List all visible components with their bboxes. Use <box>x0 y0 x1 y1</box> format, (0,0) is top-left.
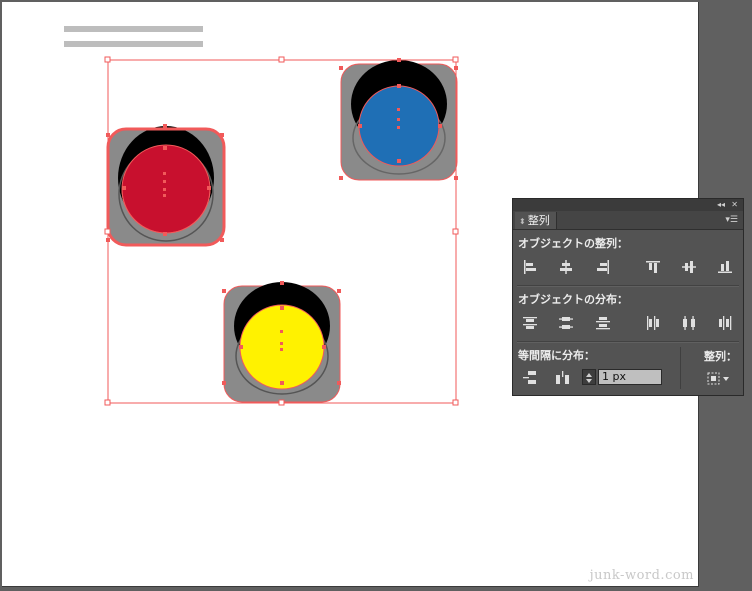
panel-titlebar[interactable]: ◂◂ ✕ <box>513 199 743 211</box>
horizontal-align-left-icon[interactable] <box>523 260 537 274</box>
close-icon[interactable]: ✕ <box>731 199 738 211</box>
vertical-distribute-top-icon[interactable] <box>523 316 537 330</box>
horizontal-distribute-right-icon[interactable] <box>718 316 732 330</box>
horizontal-distribute-left-icon[interactable] <box>646 316 660 330</box>
yellow-lamp <box>239 304 325 390</box>
tab-label: 整列 <box>527 214 550 227</box>
horizontal-align-right-icon[interactable] <box>596 260 610 274</box>
align-objects-title: オブジェクトの整列： <box>518 237 628 250</box>
vertical-distribute-space-icon[interactable] <box>523 371 537 385</box>
horizontal-align-center-icon[interactable] <box>559 260 573 274</box>
panel-tabbar: ⬍ 整列 ▾☰ <box>513 211 743 230</box>
align-panel[interactable]: ◂◂ ✕ ⬍ 整列 ▾☰ オブジェクトの整列： オブジェクトの分布： 等間隔に分布… <box>512 198 744 396</box>
double-chevron-icon[interactable]: ◂◂ <box>717 199 725 211</box>
vertical-align-top-icon[interactable] <box>646 260 660 274</box>
tab-align[interactable]: ⬍ 整列 <box>515 212 557 229</box>
watermark-text: junk-word.com <box>589 568 694 583</box>
horizontal-distribute-center-icon[interactable] <box>682 316 696 330</box>
panel-menu-icon[interactable]: ▾☰ <box>725 213 738 227</box>
divider <box>517 285 739 287</box>
distribute-spacing-title: 等間隔に分布： <box>518 349 595 362</box>
divider <box>517 341 739 343</box>
vertical-distribute-center-icon[interactable] <box>559 316 573 330</box>
align-to-label: 整列： <box>704 350 737 363</box>
red-light-group[interactable] <box>106 126 226 247</box>
distribute-objects-title: オブジェクトの分布： <box>518 293 628 306</box>
vertical-distribute-bottom-icon[interactable] <box>596 316 610 330</box>
spacing-stepper[interactable] <box>582 369 596 385</box>
divider <box>680 347 681 389</box>
tab-toggle-icon[interactable]: ⬍ <box>519 217 526 226</box>
vertical-align-bottom-icon[interactable] <box>718 260 732 274</box>
spacing-input[interactable]: 1 px <box>598 369 662 385</box>
horizontal-distribute-space-icon[interactable] <box>556 371 570 385</box>
vertical-align-center-icon[interactable] <box>682 260 696 274</box>
align-to-selection-icon[interactable] <box>707 371 733 385</box>
